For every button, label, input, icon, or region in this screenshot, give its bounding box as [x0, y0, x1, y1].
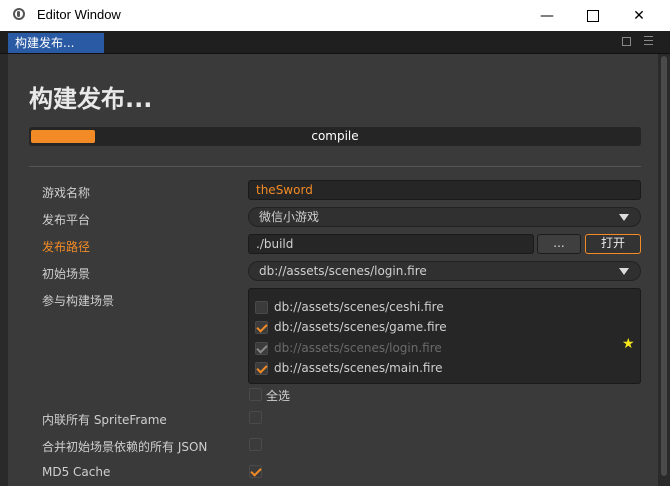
chevron-down-icon [619, 268, 629, 275]
window-title: Editor Window [37, 7, 121, 22]
platform-label: 发布平台 [42, 213, 91, 227]
maximize-button[interactable] [570, 0, 616, 31]
progress-label: compile [311, 129, 359, 143]
inline-spriteframes-label: 内联所有 SpriteFrame [42, 413, 167, 427]
scene-checkbox[interactable] [255, 300, 268, 314]
menu-icon [644, 36, 653, 45]
left-gutter [0, 54, 8, 486]
game-name-label: 游戏名称 [42, 186, 91, 200]
start-scene-value: db://assets/scenes/login.fire [259, 264, 427, 278]
merge-json-checkbox[interactable] [249, 438, 262, 451]
build-path-label: 发布路径 [42, 240, 91, 254]
scene-path: db://assets/scenes/game.fire [274, 320, 447, 334]
platform-select[interactable]: 微信小游戏 [248, 207, 641, 227]
build-path-input[interactable]: ./build [248, 234, 534, 254]
select-all-checkbox[interactable] [249, 388, 262, 401]
game-name-input[interactable]: theSword [248, 180, 641, 200]
build-progress-bar: compile [29, 127, 641, 146]
platform-select-value: 微信小游戏 [259, 210, 320, 224]
start-scene-select[interactable]: db://assets/scenes/login.fire [248, 261, 641, 281]
close-button[interactable]: ✕ [616, 0, 662, 31]
inline-spriteframes-checkbox[interactable] [249, 411, 262, 424]
md5-cache-checkbox[interactable] [249, 465, 262, 478]
list-item[interactable]: db://assets/scenes/ceshi.fire [255, 298, 444, 316]
scene-checkbox[interactable] [255, 320, 268, 334]
tab-strip: 构建发布... [0, 31, 670, 54]
scene-checkbox [255, 341, 268, 355]
start-scene-label: 初始场景 [42, 267, 91, 281]
minimize-button[interactable]: — [524, 0, 570, 31]
divider [29, 166, 641, 167]
list-item[interactable]: db://assets/scenes/main.fire [255, 359, 443, 377]
scrollbar[interactable] [661, 56, 667, 476]
close-icon: ✕ [633, 7, 645, 24]
md5-cache-label: MD5 Cache [42, 465, 111, 479]
scene-checkbox[interactable] [255, 361, 268, 375]
scene-path: db://assets/scenes/main.fire [274, 361, 443, 375]
scene-list: db://assets/scenes/ceshi.fire db://asset… [248, 288, 641, 384]
list-item[interactable]: db://assets/scenes/game.fire [255, 318, 447, 336]
app-icon [13, 8, 25, 20]
list-item: db://assets/scenes/login.fire [255, 339, 442, 357]
tab-build[interactable]: 构建发布... [8, 33, 104, 53]
popout-button[interactable] [621, 36, 631, 46]
select-all-label: 全选 [266, 389, 291, 403]
included-scenes-label: 参与构建场景 [42, 294, 115, 308]
popout-icon [622, 37, 631, 46]
chevron-down-icon [619, 214, 629, 221]
minimize-icon: — [540, 7, 554, 24]
merge-json-label: 合并初始场景依赖的所有 JSON [42, 440, 208, 454]
panel-menu-button[interactable] [644, 36, 654, 46]
browse-button[interactable]: ... [537, 234, 581, 254]
window-title-bar: Editor Window — ✕ [0, 0, 670, 31]
maximize-icon [587, 9, 599, 22]
open-folder-button[interactable]: 打开 [585, 234, 641, 254]
page-title: 构建发布... [29, 85, 153, 113]
scene-path: db://assets/scenes/login.fire [274, 341, 442, 355]
scene-path: db://assets/scenes/ceshi.fire [274, 300, 444, 314]
start-scene-star-icon: ★ [622, 336, 635, 352]
